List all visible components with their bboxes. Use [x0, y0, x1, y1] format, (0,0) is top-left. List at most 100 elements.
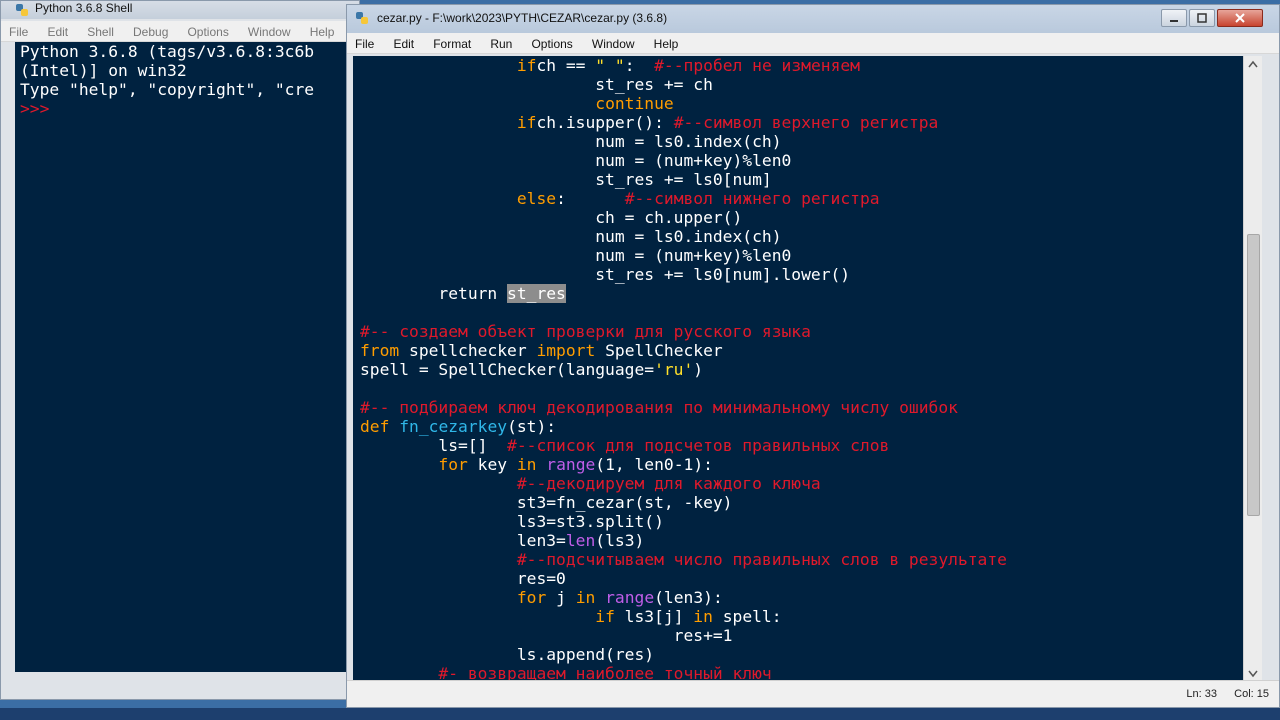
code-editor[interactable]: ifch == " ": #--пробел не изменяем st_re… [353, 56, 1243, 682]
menu-window[interactable]: Window [584, 34, 641, 51]
code-token: ch == [536, 56, 596, 75]
code-line: st_res += ls0[num] [360, 170, 1243, 189]
code-line: ifch == " ": #--пробел не изменяем [360, 56, 1243, 75]
code-line: len3=len(ls3) [360, 531, 1243, 550]
code-line: if ls3[j] in spell: [360, 607, 1243, 626]
editor-window[interactable]: cezar.py - F:\work\2023\PYTH\CEZAR\cezar… [346, 4, 1280, 708]
code-token: len [565, 531, 596, 550]
shell-prompt: >>> [20, 99, 50, 118]
menu-edit[interactable]: Edit [385, 34, 420, 51]
code-token: (1, len0-1): [595, 455, 713, 474]
code-line: #--декодируем для каждого ключа [360, 474, 1243, 493]
code-line: st3=fn_cezar(st, -key) [360, 493, 1243, 512]
code-token: " " [595, 56, 625, 75]
code-line: st_res += ls0[num].lower() [360, 265, 1243, 284]
close-icon [1235, 13, 1245, 23]
code-line: spell = SpellChecker(language='ru') [360, 360, 1243, 379]
code-line: st_res += ch [360, 75, 1243, 94]
selected-text: st_res [507, 284, 566, 303]
shell-menu-file[interactable]: File [1, 22, 34, 39]
code-token: num = ls0.index(ch) [360, 227, 782, 246]
maximize-button[interactable] [1189, 9, 1215, 27]
code-token: spell = SpellChecker(language= [360, 360, 655, 379]
python-icon [16, 4, 28, 16]
code-token: in [575, 588, 596, 607]
shell-output[interactable]: Python 3.6.8 (tags/v3.6.8:3c6b (Intel)] … [15, 42, 347, 672]
editor-titlebar[interactable]: cezar.py - F:\work\2023\PYTH\CEZAR\cezar… [347, 5, 1279, 33]
scroll-down-icon[interactable] [1248, 670, 1258, 678]
code-token: j [546, 588, 576, 607]
close-button[interactable] [1217, 9, 1263, 27]
menu-options[interactable]: Options [523, 34, 578, 51]
status-bar: Ln: 33 Col: 15 [347, 680, 1279, 707]
python-file-icon [356, 12, 368, 24]
code-line: ch = ch.upper() [360, 208, 1243, 227]
code-token: #-- создаем объект проверки для русского… [360, 322, 811, 341]
editor-menubar: File Edit Format Run Options Window Help [347, 33, 1279, 54]
code-token: #--символ верхнего регистра [673, 113, 939, 132]
code-token: range [546, 455, 596, 474]
code-line: ls3=st3.split() [360, 512, 1243, 531]
code-line: res=0 [360, 569, 1243, 588]
code-token: ch.isupper(): [536, 113, 674, 132]
shell-menu-help[interactable]: Help [302, 22, 341, 39]
shell-menubar: File Edit Shell Debug Options Window Hel… [1, 21, 359, 42]
code-line: num = (num+key)%len0 [360, 151, 1243, 170]
shell-menu-shell[interactable]: Shell [79, 22, 120, 39]
code-line: #-- подбираем ключ декодирования по мини… [360, 398, 1243, 417]
shell-window[interactable]: Python 3.6.8 Shell File Edit Shell Debug… [0, 0, 360, 700]
shell-menu-window[interactable]: Window [240, 22, 297, 39]
code-token: range [605, 588, 655, 607]
code-token: st_res += ch [360, 75, 713, 94]
shell-titlebar[interactable]: Python 3.6.8 Shell [1, 1, 359, 19]
code-token: st_res += ls0[num].lower() [360, 265, 851, 284]
code-line: ls=[] #--список для подсчетов правильных… [360, 436, 1243, 455]
code-token: if [516, 113, 537, 132]
code-token: continue [595, 94, 674, 113]
scrollbar-thumb[interactable] [1247, 234, 1260, 516]
vertical-scrollbar[interactable] [1243, 56, 1262, 682]
status-line: Ln: 33 [1186, 688, 1217, 700]
shell-menu-options[interactable]: Options [179, 22, 234, 39]
code-token: ls3=st3.split() [360, 512, 664, 531]
menu-run[interactable]: Run [482, 34, 518, 51]
code-token: (len3): [654, 588, 723, 607]
code-token: res=0 [360, 569, 566, 588]
code-line: num = ls0.index(ch) [360, 132, 1243, 151]
code-token: st_res += ls0[num] [360, 170, 772, 189]
code-token: #--подсчитываем число правильных слов в … [516, 550, 1007, 569]
code-token: (ls3) [595, 531, 645, 550]
code-token: num = (num+key)%len0 [360, 246, 792, 265]
code-token: len3= [360, 531, 566, 550]
code-token: spellchecker [399, 341, 537, 360]
code-line: ls.append(res) [360, 645, 1243, 664]
code-token: in [516, 455, 537, 474]
shell-menu-edit[interactable]: Edit [39, 22, 74, 39]
code-token: def [360, 417, 390, 436]
code-token: ls3[j] [614, 607, 694, 626]
minimize-button[interactable] [1161, 9, 1187, 27]
code-line: ifch.isupper(): #--символ верхнего регис… [360, 113, 1243, 132]
code-line: from spellchecker import SpellChecker [360, 341, 1243, 360]
code-token: 'ru' [654, 360, 694, 379]
code-line: #--подсчитываем число правильных слов в … [360, 550, 1243, 569]
menu-help[interactable]: Help [646, 34, 685, 51]
shell-menu-debug[interactable]: Debug [125, 22, 174, 39]
menu-file[interactable]: File [347, 34, 380, 51]
scroll-up-icon[interactable] [1248, 60, 1258, 68]
code-line: for j in range(len3): [360, 588, 1243, 607]
maximize-icon [1197, 13, 1207, 23]
code-token: ls.append(res) [360, 645, 655, 664]
code-line: num = ls0.index(ch) [360, 227, 1243, 246]
code-token: #--пробел не изменяем [654, 56, 860, 75]
menu-format[interactable]: Format [425, 34, 477, 51]
status-col: Col: 15 [1234, 688, 1269, 700]
